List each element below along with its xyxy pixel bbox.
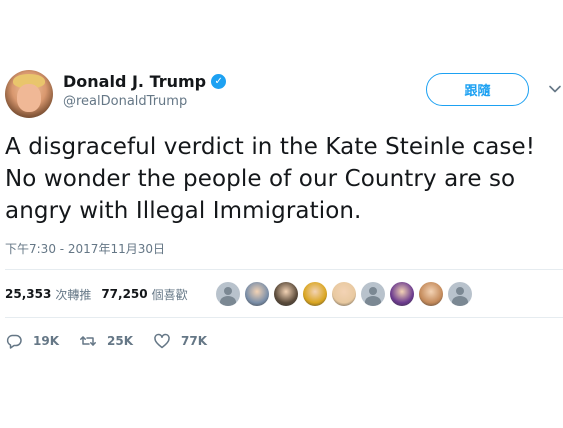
retweet-action-count: 25K [107,334,133,348]
default-avatar[interactable] [216,282,240,306]
verified-badge-icon: ✓ [211,73,227,89]
default-avatar[interactable] [448,282,472,306]
liker-avatar[interactable] [390,282,414,306]
retweet-count: 25,353 [5,287,52,301]
retweet-stat[interactable]: 25,353 次轉推 [5,286,91,303]
liker-avatar[interactable] [332,282,356,306]
reply-button[interactable]: 19K [5,332,59,350]
liker-avatar[interactable] [274,282,298,306]
tweet-timestamp[interactable]: 下午7:30 - 2017年11月30日 [5,240,165,257]
follow-button[interactable]: 跟隨 [426,73,529,106]
retweet-icon [80,336,96,346]
tweet-text: A disgraceful verdict in the Kate Steinl… [5,134,536,224]
avatar-face [17,84,41,112]
liker-avatar[interactable] [419,282,443,306]
tweet-actions: 19K 25K 77K [5,329,227,353]
chevron-down-icon[interactable] [548,82,562,96]
author-block: Donald J. Trump ✓ @realDonaldTrump [63,70,227,109]
liker-avatar[interactable] [303,282,327,306]
user-handle[interactable]: @realDonaldTrump [63,94,226,109]
divider-top [5,269,563,270]
tweet-card: Donald J. Trump ✓ @realDonaldTrump 跟隨 A … [0,0,563,428]
like-button[interactable]: 77K [153,332,207,350]
retweet-button[interactable]: 25K [79,332,133,350]
retweet-label: 次轉推 [55,287,92,302]
default-avatar[interactable] [361,282,385,306]
heart-icon [154,333,170,349]
liker-avatar[interactable] [245,282,269,306]
tweet-stats: 25,353 次轉推 77,250 個喜歡 [5,281,198,307]
profile-avatar[interactable] [5,70,53,118]
name-row: Donald J. Trump ✓ [63,70,227,92]
like-action-count: 77K [181,334,207,348]
like-count: 77,250 [101,287,148,301]
reply-icon [6,334,22,349]
reply-count: 19K [33,334,59,348]
like-stat[interactable]: 77,250 個喜歡 [101,286,187,303]
liker-avatars [216,282,472,306]
like-label: 個喜歡 [151,287,188,302]
divider-bottom [5,317,563,318]
display-name[interactable]: Donald J. Trump [63,72,206,91]
